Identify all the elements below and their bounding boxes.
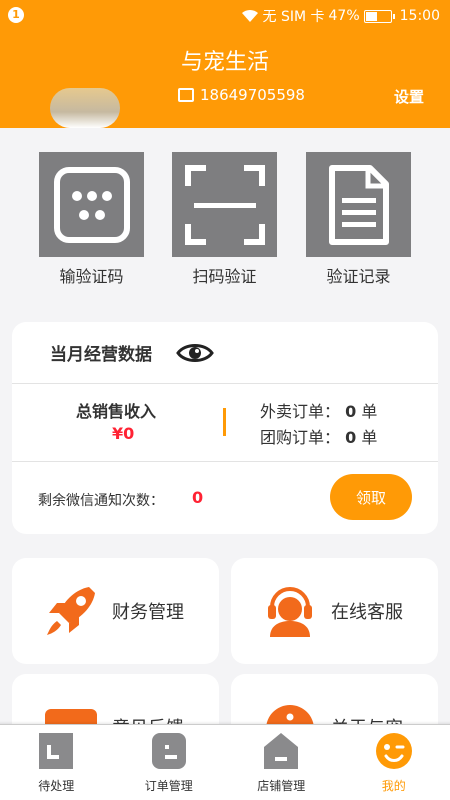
clock: 15:00 <box>399 8 440 24</box>
carrier-text: 无 SIM 卡 <box>262 9 325 25</box>
avatar[interactable] <box>50 88 120 128</box>
battery-icon <box>363 9 395 23</box>
tab-orders-label: 订单管理 <box>144 779 193 793</box>
tab-shop[interactable]: 店铺管理 <box>225 725 338 800</box>
keypad-icon <box>39 152 144 257</box>
order-icon <box>151 733 186 769</box>
finance-management-button[interactable]: 财务管理 <box>12 558 219 664</box>
tab-mine[interactable]: 我的 <box>338 725 450 800</box>
page-title: 与宠生活 <box>180 50 269 75</box>
enter-code-button[interactable]: 输验证码 <box>39 152 144 287</box>
group-orders-unit: 单 <box>361 428 378 447</box>
scan-verify-button[interactable]: 扫码验证 <box>172 152 277 287</box>
settings-link[interactable]: 设置 <box>394 86 424 107</box>
pending-icon <box>39 733 74 769</box>
phone-number: 18649705598 <box>178 86 305 104</box>
tab-shop-label: 店铺管理 <box>257 779 306 793</box>
wechat-notify-label: 剩余微信通知次数： <box>38 493 164 509</box>
rocket-icon <box>42 582 100 640</box>
app-header: 与宠生活 18649705598 设置 <box>0 30 450 128</box>
takeout-orders-unit: 单 <box>361 402 378 421</box>
monthly-stats-card: 当月经营数据 总销售收入 ¥0 外卖订单： 0 单 团购订单： 0 单 剩余微信… <box>12 322 438 534</box>
phone-number-text: 18649705598 <box>200 86 305 104</box>
phone-icon <box>178 88 194 102</box>
group-orders-value: 0 <box>345 428 357 447</box>
divider <box>223 408 226 436</box>
verify-records-button[interactable]: 验证记录 <box>306 152 411 287</box>
verify-records-label: 验证记录 <box>326 267 391 286</box>
wifi-icon <box>241 9 258 22</box>
online-support-label: 在线客服 <box>331 602 403 623</box>
eye-icon[interactable] <box>176 342 214 364</box>
quick-actions: 输验证码 扫码验证 验证记录 <box>0 152 450 287</box>
wechat-notify-value: 0 <box>192 488 204 507</box>
stats-title: 当月经营数据 <box>50 345 152 365</box>
group-orders-label: 团购订单： <box>260 428 341 447</box>
group-orders: 团购订单： 0 单 <box>260 424 377 448</box>
smile-icon <box>375 733 412 769</box>
takeout-orders-label: 外卖订单： <box>260 402 341 421</box>
takeout-orders-value: 0 <box>345 402 357 421</box>
document-icon <box>306 152 411 257</box>
scan-icon <box>172 152 277 257</box>
claim-button[interactable]: 领取 <box>330 474 412 520</box>
battery-percent: 47% <box>328 8 360 24</box>
headset-agent-icon <box>261 582 319 640</box>
status-bar: 1 无 SIM 卡 47% 15:00 <box>0 0 450 30</box>
bottom-tab-bar: 待处理 订单管理 店铺管理 我的 <box>0 721 450 800</box>
tab-mine-label: 我的 <box>381 779 406 793</box>
shop-icon <box>264 733 299 769</box>
tab-orders[interactable]: 订单管理 <box>113 725 226 800</box>
notification-badge: 1 <box>8 7 24 23</box>
tab-pending[interactable]: 待处理 <box>0 725 113 800</box>
scan-verify-label: 扫码验证 <box>192 267 257 286</box>
takeout-orders: 外卖订单： 0 单 <box>260 398 377 422</box>
enter-code-label: 输验证码 <box>59 267 124 286</box>
online-support-button[interactable]: 在线客服 <box>231 558 438 664</box>
total-sales-label: 总销售收入 <box>76 402 157 421</box>
tab-pending-label: 待处理 <box>38 779 75 793</box>
finance-management-label: 财务管理 <box>112 602 184 623</box>
total-sales-value: ¥0 <box>112 424 135 443</box>
